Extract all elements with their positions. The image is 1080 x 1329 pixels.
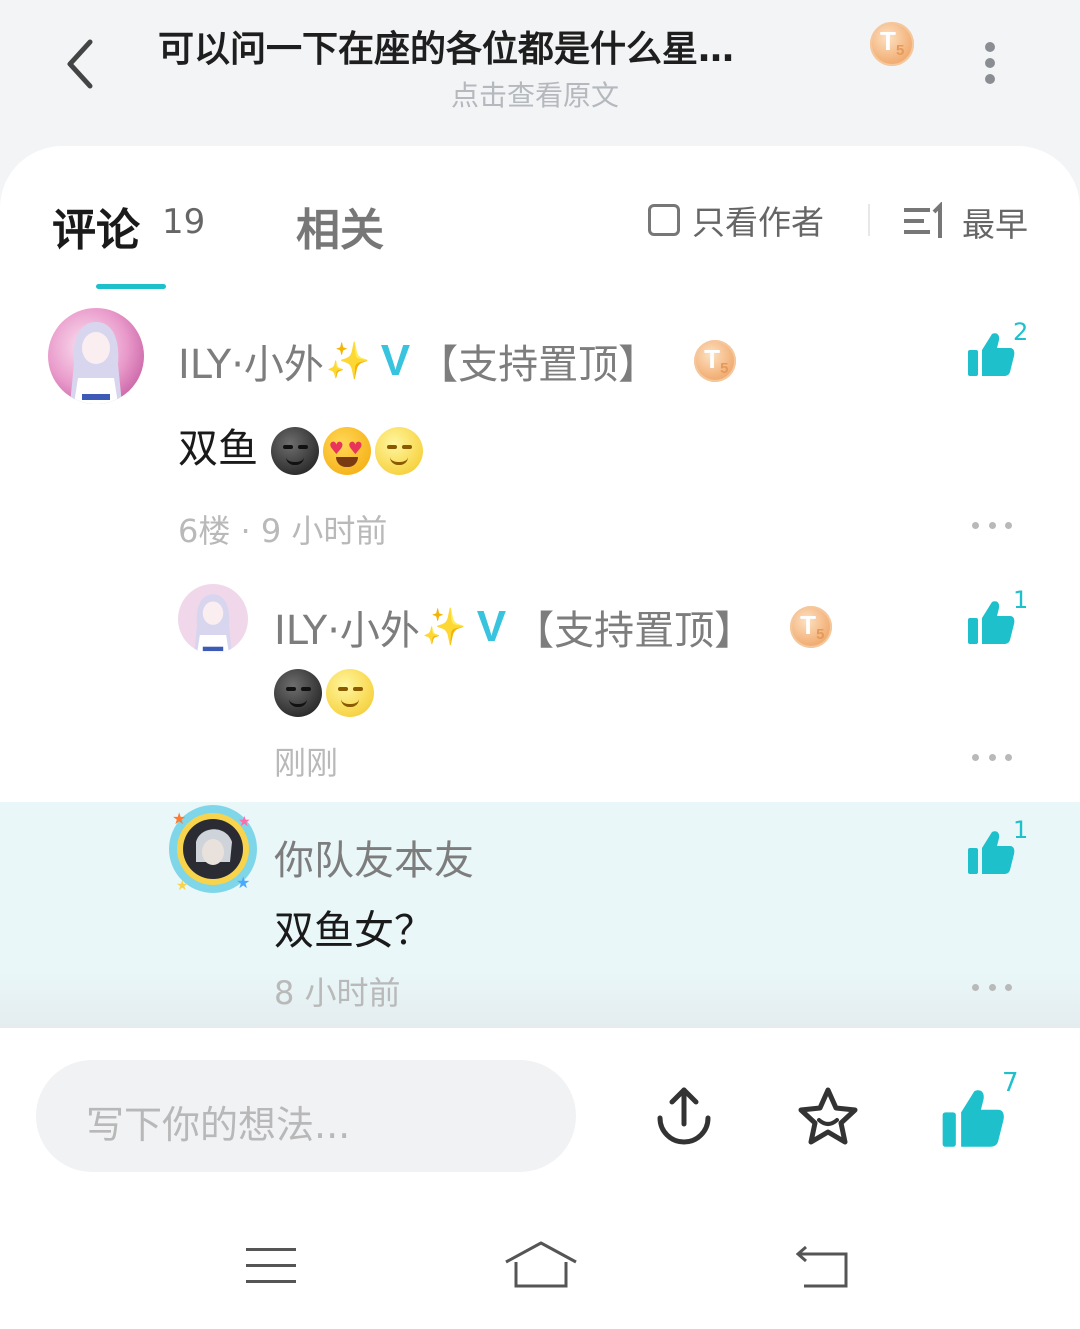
comment-author-row: ILY·小外 ✨ V 【支持置顶】 T5 (274, 598, 833, 656)
comment-meta: 6楼 · 9 小时前 (178, 512, 388, 550)
comment-input[interactable]: 写下你的想法... (36, 1060, 576, 1172)
avatar[interactable]: ★ ★ ★ ★ (166, 802, 260, 896)
author-only-toggle[interactable]: 只看作者 (648, 200, 824, 242)
svg-text:★: ★ (236, 873, 250, 892)
more-options-icon[interactable] (980, 42, 1000, 84)
like-count: 2 (1013, 318, 1029, 346)
like-count: 1 (1013, 816, 1029, 844)
sort-button[interactable]: 最早 (902, 198, 1028, 246)
view-original-link[interactable]: 点击查看原文 (0, 74, 1070, 114)
like-count: 1 (1013, 586, 1029, 614)
smirk-sun-emoji-icon (326, 669, 374, 717)
highlighted-reply-bg (0, 802, 1080, 1028)
avatar[interactable] (178, 584, 248, 654)
sparkle-icon: ✨ (325, 341, 371, 382)
comment-content[interactable] (274, 668, 378, 717)
more-icon[interactable] (972, 984, 1012, 994)
like-icon[interactable] (966, 330, 1016, 380)
smirk-sun-emoji-icon (374, 427, 423, 475)
top-header: 可以问一下在座的各位都是什么星… T5 点击查看原文 (0, 0, 1080, 150)
verified-badge-icon: V (380, 336, 411, 385)
verified-badge-icon: V (476, 602, 507, 651)
comment-meta: 刚刚 (274, 744, 339, 782)
username[interactable]: 你队友本友 (274, 828, 474, 886)
author-only-label: 只看作者 (692, 203, 824, 242)
like-icon[interactable] (966, 598, 1016, 648)
user-tag: 【支持置顶】 (514, 608, 755, 654)
active-tab-indicator (96, 284, 166, 289)
comment-content[interactable]: 双鱼女？ (274, 898, 434, 956)
username[interactable]: ILY·小外 (274, 598, 420, 656)
post-title[interactable]: 可以问一下在座的各位都是什么星… (158, 20, 858, 72)
sort-label: 最早 (962, 205, 1028, 244)
comment-author-row: 你队友本友 (274, 828, 474, 886)
comment-input-placeholder: 写下你的想法... (86, 1103, 351, 1147)
user-tag: 【支持置顶】 (418, 342, 659, 388)
username[interactable]: ILY·小外 (178, 332, 324, 390)
comment-content[interactable]: 双鱼 ♥ ♥ (178, 416, 427, 475)
checkbox-icon[interactable] (648, 204, 680, 236)
like-post-icon[interactable] (940, 1086, 1006, 1152)
menu-icon[interactable] (246, 1246, 296, 1286)
divider (868, 204, 870, 236)
share-icon[interactable] (652, 1084, 716, 1148)
bottom-action-bar: 写下你的想法... 7 (0, 1030, 1080, 1200)
smirk-dark-moon-emoji-icon (270, 427, 319, 475)
back-nav-icon[interactable] (796, 1246, 850, 1288)
coin-badge-icon: T5 (694, 340, 737, 382)
post-like-count: 7 (1002, 1068, 1019, 1098)
sparkle-icon: ✨ (421, 607, 467, 648)
avatar[interactable] (48, 308, 144, 404)
favorite-star-icon[interactable] (795, 1084, 861, 1150)
coin-badge-icon: T5 (870, 22, 914, 66)
coin-badge-icon: T5 (790, 606, 833, 648)
more-icon[interactable] (972, 754, 1012, 764)
heart-eyes-emoji-icon: ♥ ♥ (322, 427, 371, 475)
svg-text:★: ★ (176, 878, 189, 894)
smirk-dark-moon-emoji-icon (274, 669, 322, 717)
svg-text:★: ★ (238, 814, 251, 830)
sort-icon (904, 202, 942, 238)
comment-meta: 8 小时前 (274, 974, 401, 1012)
svg-text:★: ★ (172, 809, 186, 828)
more-icon[interactable] (972, 522, 1012, 532)
home-icon[interactable] (504, 1240, 578, 1290)
like-icon[interactable] (966, 828, 1016, 878)
comments-count: 19 (162, 202, 206, 242)
system-navigation-bar (0, 1200, 1080, 1329)
tab-comments[interactable]: 评论 (52, 194, 140, 258)
tab-related[interactable]: 相关 (296, 194, 384, 258)
comment-author-row: ILY·小外 ✨ V 【支持置顶】 T5 (178, 332, 737, 390)
